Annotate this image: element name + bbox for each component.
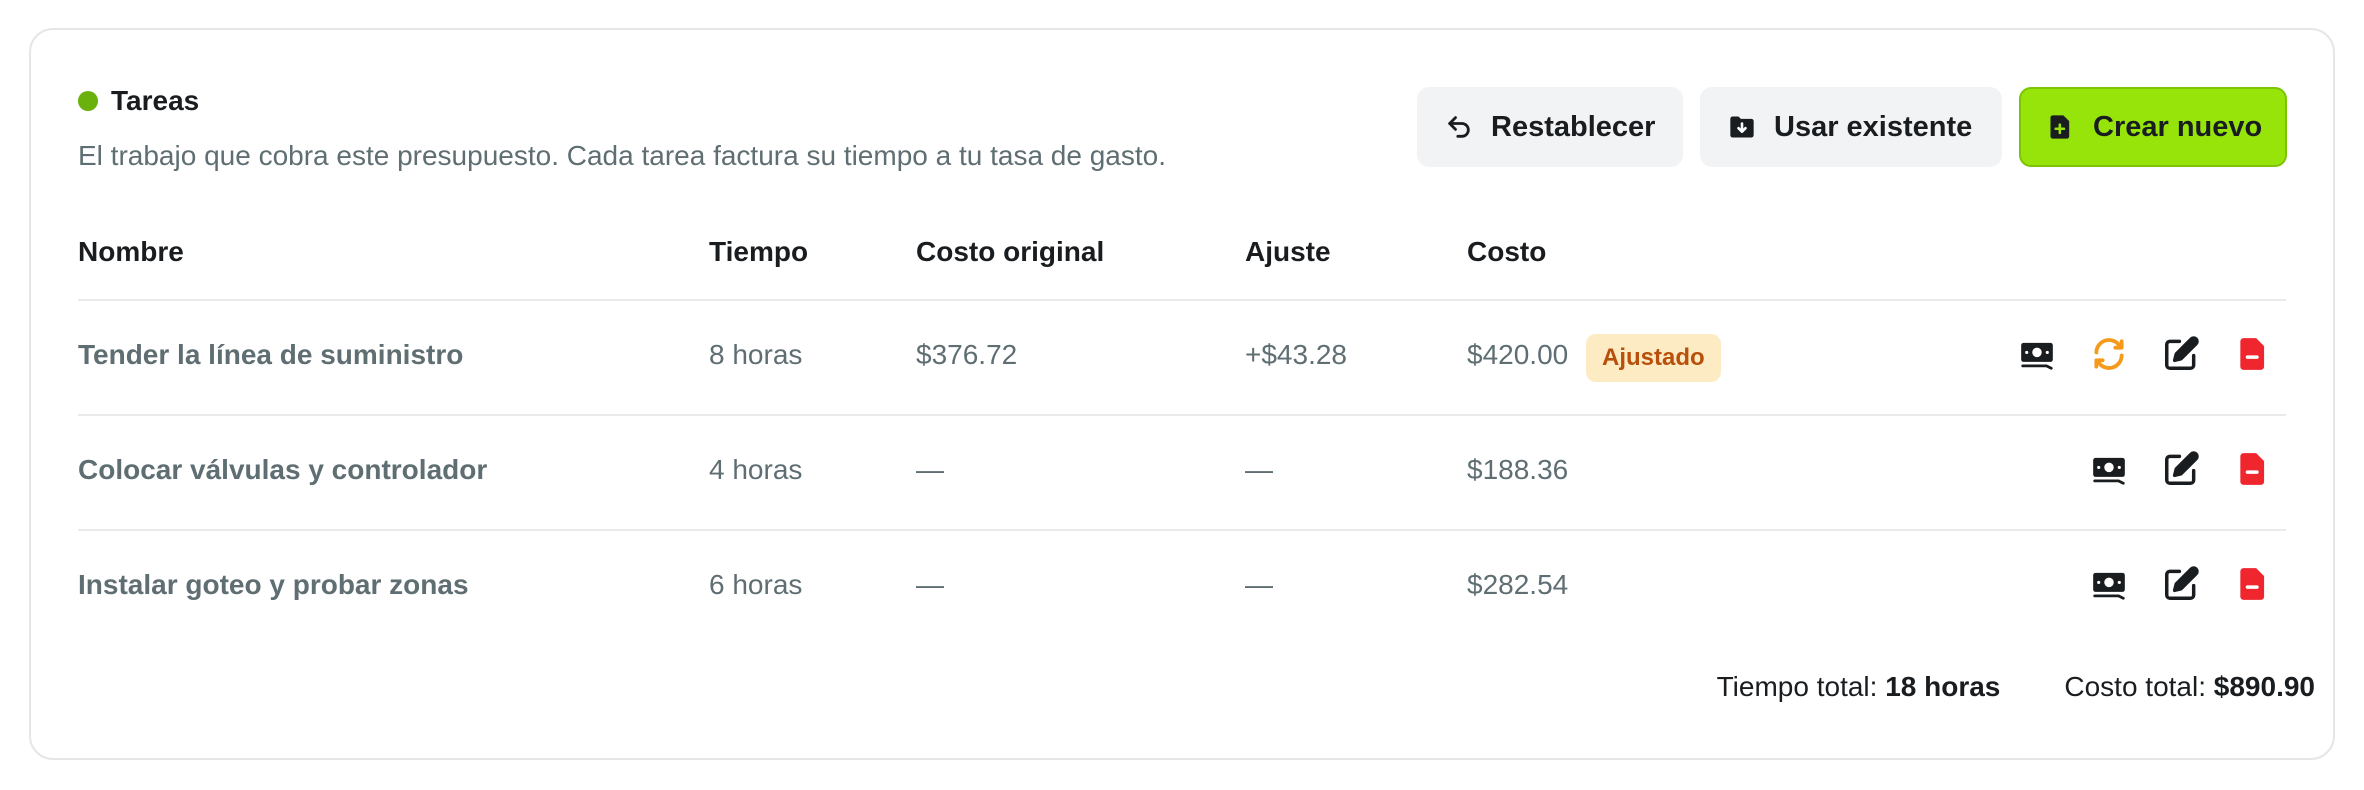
section-title: Tareas bbox=[111, 85, 200, 116]
delete-icon[interactable] bbox=[2234, 565, 2272, 603]
use-existing-button[interactable]: Usar existente bbox=[1700, 87, 2002, 167]
task-time: 6 horas bbox=[709, 569, 803, 600]
adjusted-badge: Ajustado bbox=[1586, 334, 1721, 382]
money-icon[interactable] bbox=[2090, 565, 2128, 603]
tasks-table: Nombre Tiempo Costo original Ajuste Cost… bbox=[78, 222, 2286, 644]
edit-icon[interactable] bbox=[2162, 565, 2200, 603]
task-cost: $420.00 bbox=[1467, 339, 1569, 370]
refresh-icon[interactable] bbox=[2090, 335, 2128, 373]
task-original-cost: — bbox=[916, 569, 944, 600]
task-adjustment: — bbox=[1245, 569, 1273, 600]
total-cost: Costo total: $890.90 bbox=[2064, 671, 2315, 703]
reset-button[interactable]: Restablecer bbox=[1417, 87, 1683, 167]
total-cost-label: Costo total: bbox=[2064, 671, 2214, 702]
header-actions: Restablecer Usar existente Crear nuevo bbox=[1417, 87, 2287, 167]
section-header: Tareas bbox=[78, 85, 199, 117]
edit-icon[interactable] bbox=[2162, 335, 2200, 373]
folder-download-icon bbox=[1728, 113, 1756, 141]
reset-label: Restablecer bbox=[1491, 110, 1656, 143]
status-dot bbox=[78, 91, 98, 111]
total-time-value: 18 horas bbox=[1885, 671, 2001, 702]
table-row: Colocar válvulas y controlador 4 horas —… bbox=[78, 416, 2286, 531]
task-original-cost: $376.72 bbox=[916, 339, 1018, 370]
task-name: Instalar goteo y probar zonas bbox=[78, 569, 469, 600]
task-original-cost: — bbox=[916, 454, 944, 485]
edit-icon[interactable] bbox=[2162, 450, 2200, 488]
row-actions bbox=[2090, 450, 2272, 488]
task-time: 8 horas bbox=[709, 339, 803, 370]
row-actions bbox=[2018, 335, 2272, 373]
money-icon[interactable] bbox=[2018, 335, 2056, 373]
total-time: Tiempo total: 18 horas bbox=[1717, 671, 2001, 703]
section-subtitle: El trabajo que cobra este presupuesto. C… bbox=[78, 140, 1167, 171]
column-header-time: Tiempo bbox=[709, 236, 809, 267]
total-cost-value: $890.90 bbox=[2213, 671, 2315, 702]
column-header-original-cost: Costo original bbox=[916, 236, 1105, 267]
table-header: Nombre Tiempo Costo original Ajuste Cost… bbox=[78, 222, 2286, 301]
create-new-button[interactable]: Crear nuevo bbox=[2019, 87, 2287, 167]
file-plus-icon bbox=[2047, 113, 2075, 141]
use-existing-label: Usar existente bbox=[1774, 110, 1973, 143]
task-name: Colocar válvulas y controlador bbox=[78, 454, 488, 485]
task-cost: $282.54 bbox=[1467, 569, 1569, 600]
total-time-label: Tiempo total: bbox=[1716, 671, 1886, 702]
undo-icon bbox=[1445, 113, 1473, 141]
delete-icon[interactable] bbox=[2234, 335, 2272, 373]
money-icon[interactable] bbox=[2090, 450, 2128, 488]
column-header-adjustment: Ajuste bbox=[1245, 236, 1331, 267]
table-row: Instalar goteo y probar zonas 6 horas — … bbox=[78, 531, 2286, 644]
table-row: Tender la línea de suministro 8 horas $3… bbox=[78, 301, 2286, 416]
task-name: Tender la línea de suministro bbox=[78, 339, 464, 370]
task-adjustment: — bbox=[1245, 454, 1273, 485]
totals: Tiempo total: 18 horas Costo total: $890… bbox=[1717, 671, 2315, 703]
column-header-cost: Costo bbox=[1467, 236, 1547, 267]
task-adjustment: +$43.28 bbox=[1245, 339, 1347, 370]
row-actions bbox=[2090, 565, 2272, 603]
delete-icon[interactable] bbox=[2234, 450, 2272, 488]
task-time: 4 horas bbox=[709, 454, 803, 485]
create-new-label: Crear nuevo bbox=[2093, 110, 2263, 143]
task-cost: $188.36 bbox=[1467, 454, 1569, 485]
column-header-name: Nombre bbox=[78, 236, 184, 267]
